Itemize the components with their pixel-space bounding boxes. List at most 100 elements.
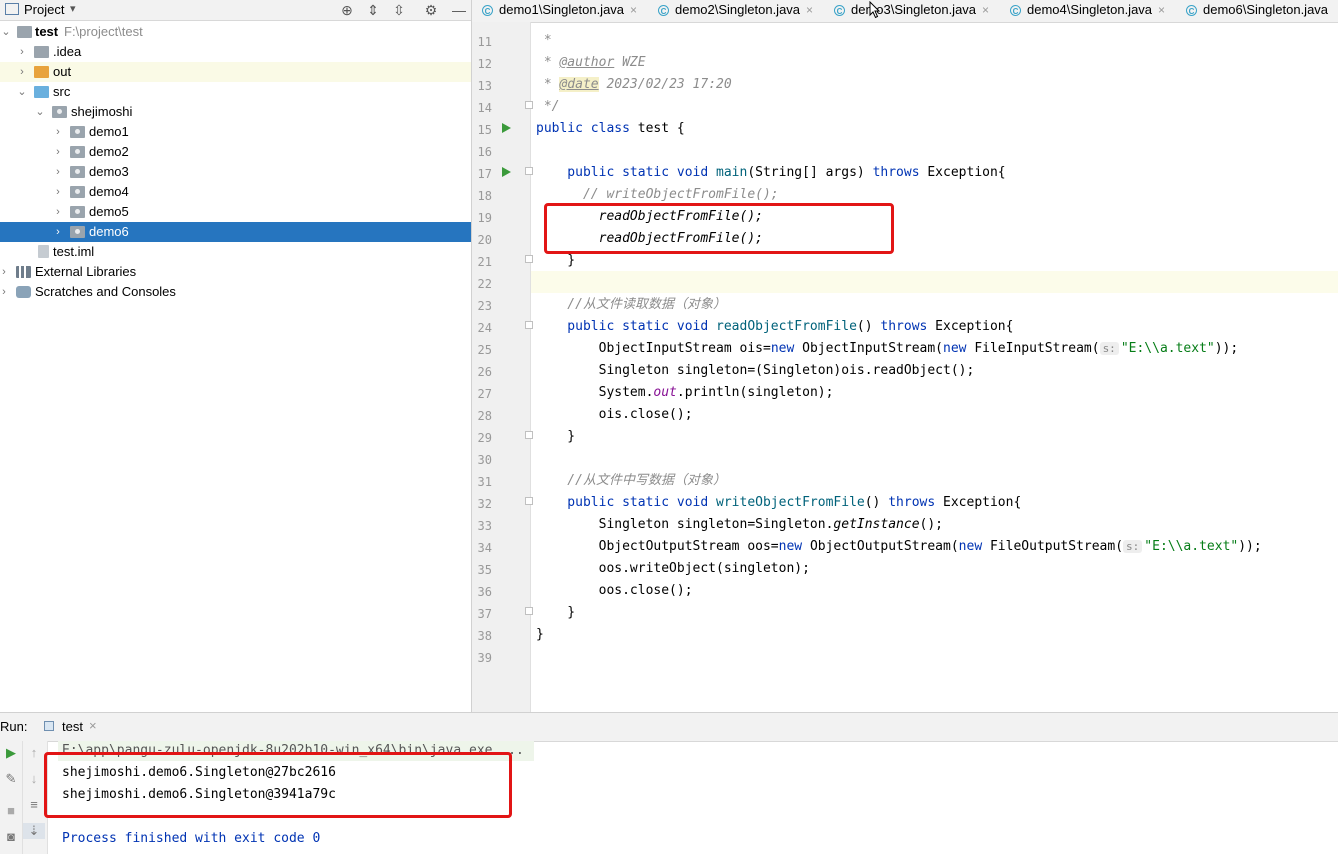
soft-wrap-icon[interactable]: ≡ bbox=[23, 797, 45, 812]
locate-icon[interactable]: ⊕ bbox=[338, 1, 356, 19]
line-number: 13 bbox=[477, 79, 492, 93]
line-number: 36 bbox=[477, 585, 492, 599]
tree-item-demo1[interactable]: › demo1 bbox=[0, 122, 471, 142]
close-icon[interactable]: × bbox=[1158, 3, 1165, 17]
code-line: Singleton singleton=(Singleton)ois.readO… bbox=[536, 363, 975, 378]
code-line: * bbox=[536, 33, 552, 48]
tab-demo4-singleton[interactable]: Cdemo4\Singleton.java × bbox=[1010, 0, 1165, 22]
code-line: } bbox=[536, 605, 576, 620]
tree-item-shejimoshi[interactable]: ⌄ shejimoshi bbox=[0, 102, 471, 122]
arrow-down-icon[interactable]: ↓ bbox=[23, 771, 45, 786]
arrow-up-icon[interactable]: ↑ bbox=[23, 745, 45, 760]
tree-item-demo3[interactable]: › demo3 bbox=[0, 162, 471, 182]
tab-demo3-singleton[interactable]: Cdemo3\Singleton.java × bbox=[834, 0, 989, 22]
chevron-down-icon[interactable]: ⌄ bbox=[0, 22, 12, 42]
tree-label: test.iml bbox=[53, 244, 95, 259]
fold-icon[interactable] bbox=[525, 255, 533, 263]
fold-icon[interactable] bbox=[525, 101, 533, 109]
close-icon[interactable]: × bbox=[806, 3, 813, 17]
run-class-icon[interactable] bbox=[502, 123, 511, 133]
tree-label: demo5 bbox=[89, 204, 129, 219]
package-icon bbox=[70, 166, 85, 178]
java-class-icon: C bbox=[834, 5, 845, 17]
close-icon[interactable]: × bbox=[982, 3, 989, 17]
fold-icon[interactable] bbox=[525, 321, 533, 329]
highlight-box-output bbox=[44, 752, 512, 818]
chevron-right-icon[interactable]: › bbox=[0, 262, 10, 282]
tree-item-test-iml[interactable]: test.iml bbox=[0, 242, 471, 262]
line-number: 39 bbox=[477, 651, 492, 665]
code-line: //从文件中写数据（对象） bbox=[536, 473, 726, 488]
tree-item-demo2[interactable]: › demo2 bbox=[0, 142, 471, 162]
expand-all-icon[interactable]: ⇕ bbox=[364, 1, 382, 19]
code-line: public static void main(String[] args) t… bbox=[536, 165, 1006, 180]
tree-item-demo6[interactable]: › demo6 bbox=[0, 222, 471, 242]
run-main-icon[interactable] bbox=[502, 167, 511, 177]
fold-icon[interactable] bbox=[525, 431, 533, 439]
project-title[interactable]: Project bbox=[24, 2, 64, 17]
chevron-right-icon[interactable]: › bbox=[0, 282, 10, 302]
tree-label: src bbox=[53, 84, 71, 99]
line-number: 16 bbox=[477, 145, 492, 159]
line-number: 22 bbox=[477, 277, 492, 291]
iml-file-icon bbox=[38, 245, 49, 258]
close-icon[interactable]: × bbox=[89, 718, 97, 733]
fold-icon[interactable] bbox=[525, 607, 533, 615]
project-view-icon bbox=[5, 3, 19, 15]
tree-item-external-libraries[interactable]: › External Libraries bbox=[0, 262, 471, 282]
chevron-right-icon[interactable]: › bbox=[52, 182, 64, 202]
code-line: oos.close(); bbox=[536, 583, 693, 598]
chevron-right-icon[interactable]: › bbox=[16, 62, 28, 82]
chevron-right-icon[interactable]: › bbox=[52, 222, 64, 242]
tree-item-scratches[interactable]: › Scratches and Consoles bbox=[0, 282, 471, 302]
camera-icon[interactable]: ◙ bbox=[0, 829, 22, 844]
close-icon[interactable]: × bbox=[630, 3, 637, 17]
tab-demo2-singleton[interactable]: Cdemo2\Singleton.java × bbox=[658, 0, 813, 22]
tree-label: demo2 bbox=[89, 144, 129, 159]
mouse-cursor-icon bbox=[869, 1, 881, 19]
run-label: Run: bbox=[0, 719, 28, 734]
stop-icon[interactable]: ■ bbox=[0, 803, 22, 818]
tree-item-src[interactable]: ⌄ src bbox=[0, 82, 471, 102]
package-icon bbox=[70, 226, 85, 238]
code-line: */ bbox=[536, 99, 560, 114]
run-tab-test[interactable]: test bbox=[62, 719, 83, 734]
code-line: public static void writeObjectFromFile()… bbox=[536, 495, 1022, 510]
tree-item-demo4[interactable]: › demo4 bbox=[0, 182, 471, 202]
minimize-icon[interactable]: — bbox=[450, 1, 468, 19]
line-number: 31 bbox=[477, 475, 492, 489]
tree-label: demo3 bbox=[89, 164, 129, 179]
tree-label: shejimoshi bbox=[71, 104, 133, 119]
gear-icon[interactable]: ⚙ bbox=[422, 1, 440, 19]
scroll-to-end-icon[interactable]: ⇣ bbox=[23, 823, 45, 839]
tab-demo1-singleton[interactable]: Cdemo1\Singleton.java × bbox=[482, 0, 637, 22]
chevron-right-icon[interactable]: › bbox=[52, 202, 64, 222]
tree-item-idea[interactable]: › .idea bbox=[0, 42, 471, 62]
tree-item-out[interactable]: › out bbox=[0, 62, 471, 82]
tab-label: demo1\Singleton.java bbox=[499, 2, 625, 17]
rerun-icon[interactable]: ▶ bbox=[0, 745, 22, 761]
library-icon bbox=[16, 266, 31, 278]
run-config-icon bbox=[44, 721, 54, 731]
tree-label: .idea bbox=[53, 44, 82, 59]
run-toolbar: ▶ ✎ ■ ◙ bbox=[0, 741, 23, 854]
chevron-down-icon[interactable]: ⌄ bbox=[34, 102, 46, 122]
chevron-right-icon[interactable]: › bbox=[52, 122, 64, 142]
highlight-box-code bbox=[544, 203, 894, 254]
chevron-right-icon[interactable]: › bbox=[52, 142, 64, 162]
current-line-highlight bbox=[531, 271, 1338, 293]
fold-icon[interactable] bbox=[525, 167, 533, 175]
chevron-right-icon[interactable]: › bbox=[52, 162, 64, 182]
editor-gutter: 11 12 13 14 15 16 17 18 19 20 21 22 23 2… bbox=[472, 22, 533, 712]
chevron-right-icon[interactable]: › bbox=[16, 42, 28, 62]
tree-item-demo5[interactable]: › demo5 bbox=[0, 202, 471, 222]
wrench-icon[interactable]: ✎ bbox=[0, 771, 22, 787]
chevron-down-icon[interactable]: ⌄ bbox=[16, 82, 28, 102]
collapse-all-icon[interactable]: ⇳ bbox=[390, 1, 408, 19]
tree-label: External Libraries bbox=[35, 264, 137, 279]
tree-item-test[interactable]: ⌄ test F:\project\test bbox=[0, 22, 471, 42]
fold-icon[interactable] bbox=[525, 497, 533, 505]
chevron-down-icon[interactable]: ▾ bbox=[70, 2, 76, 15]
tab-demo6-singleton[interactable]: Cdemo6\Singleton.java bbox=[1186, 0, 1328, 22]
java-class-icon: C bbox=[658, 5, 669, 17]
